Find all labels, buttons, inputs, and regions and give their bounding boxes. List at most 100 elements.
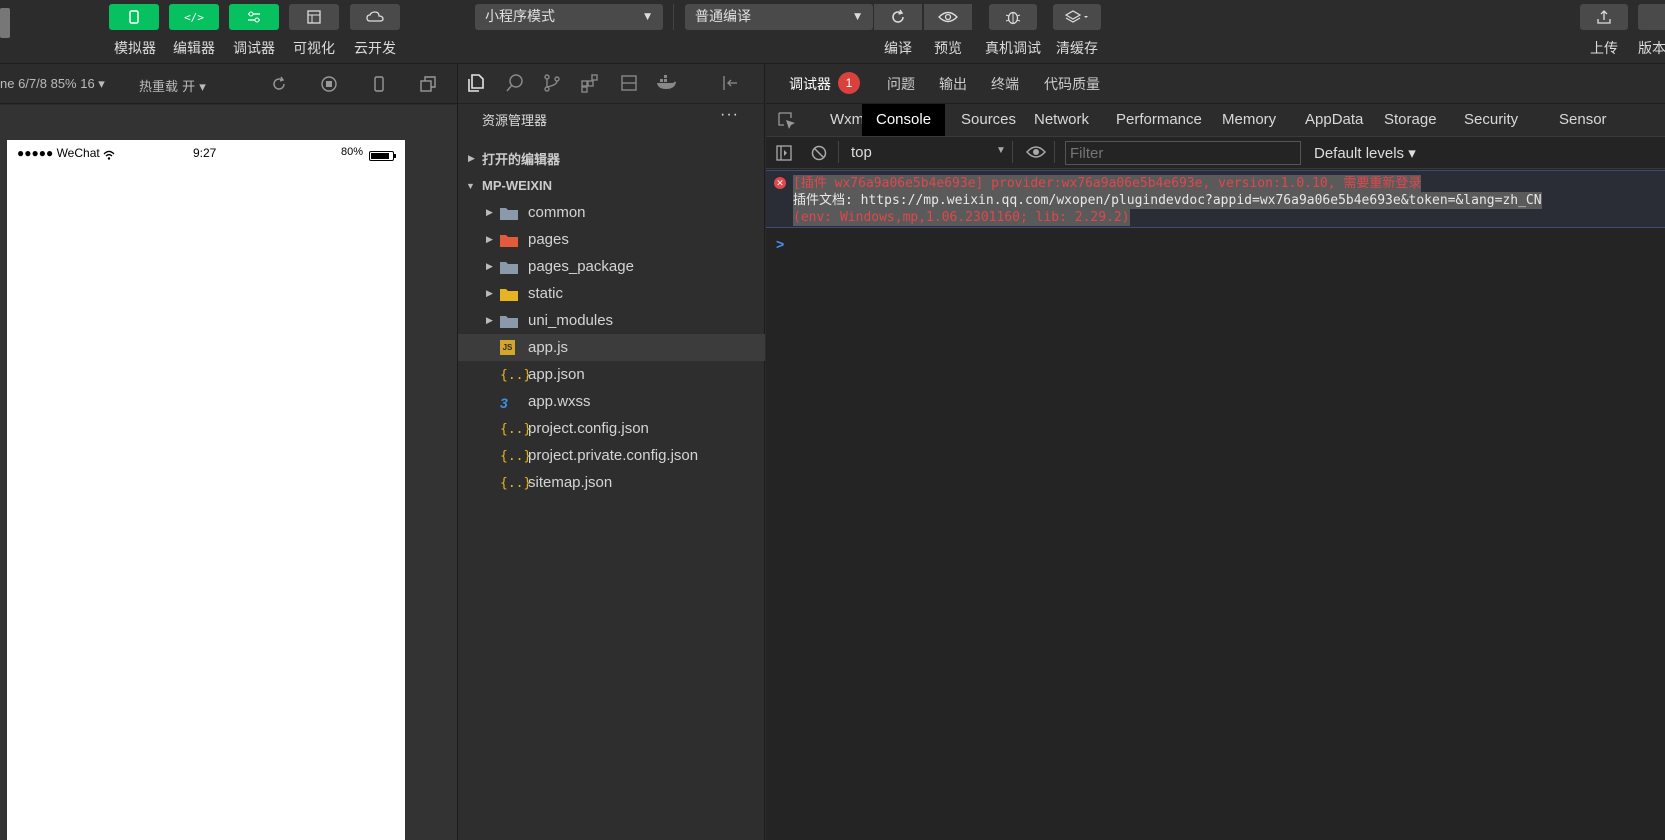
battery-status: 80%: [341, 146, 364, 158]
debugger-label: 调试器: [233, 41, 275, 57]
compile-button[interactable]: [874, 4, 922, 30]
folder-icon: [500, 314, 518, 328]
device-select[interactable]: ne 6/7/8 85% 16 ▾: [0, 76, 105, 92]
visualize-button[interactable]: [289, 4, 339, 30]
search-icon[interactable]: [505, 73, 525, 98]
sidebar-toggle-icon[interactable]: [775, 144, 793, 167]
chevron-right-icon: ▶: [486, 288, 493, 298]
tree-folder[interactable]: ▶ uni_modules: [458, 307, 765, 334]
tab-code-quality[interactable]: 代码质量: [1044, 74, 1100, 94]
tab-sensor[interactable]: Sensor: [1559, 104, 1607, 136]
source-control-icon[interactable]: [542, 73, 562, 98]
carrier-status: ●●●●● WeChat: [17, 146, 100, 160]
tab-memory[interactable]: Memory: [1222, 104, 1276, 136]
remote-debug-button[interactable]: [989, 4, 1037, 30]
save-icon[interactable]: [619, 73, 639, 98]
chevron-right-icon: ▶: [486, 261, 493, 271]
upload-button[interactable]: [1580, 4, 1628, 30]
tab-output[interactable]: 输出: [939, 74, 967, 94]
tree-item-label: project.private.config.json: [528, 447, 699, 464]
clear-cache-button[interactable]: [1053, 4, 1101, 30]
collapse-panel-icon[interactable]: [720, 73, 740, 98]
tree-item-label: static: [528, 285, 564, 302]
tab-sources[interactable]: Sources: [961, 104, 1016, 136]
error-line-2[interactable]: 插件文档: https://mp.weixin.qq.com/wxopen/pl…: [793, 192, 1542, 209]
log-levels-select[interactable]: Default levels ▾: [1314, 144, 1416, 162]
tree-folder[interactable]: ▶ static: [458, 280, 765, 307]
version-button[interactable]: [1638, 4, 1665, 30]
more-icon[interactable]: ···: [720, 106, 739, 124]
remote-debug-label: 真机调试: [985, 41, 1041, 57]
detach-icon[interactable]: [419, 75, 437, 98]
explorer-title: 资源管理器: [482, 114, 548, 129]
tab-terminal[interactable]: 终端: [991, 74, 1019, 94]
tree-file[interactable]: 3 app.wxss: [458, 388, 765, 415]
tab-problems[interactable]: 问题: [887, 74, 915, 94]
tab-console[interactable]: Console: [862, 104, 946, 136]
console-toolbar: top ▼ Default levels ▾: [766, 137, 1665, 169]
layers-icon: [1064, 10, 1088, 23]
tree-item-label: app.json: [528, 366, 585, 383]
tab-appdata[interactable]: AppData: [1305, 104, 1363, 136]
tree-folder[interactable]: ▶ pages: [458, 226, 765, 253]
divider: [1012, 141, 1013, 163]
tree-item-label: pages_package: [528, 258, 634, 275]
console-prompt[interactable]: >: [776, 236, 784, 252]
sliders-icon: [248, 11, 260, 23]
simulator-button[interactable]: [109, 4, 159, 30]
context-select[interactable]: top: [851, 144, 872, 161]
inspect-icon[interactable]: [777, 111, 797, 136]
clear-console-icon[interactable]: [810, 144, 828, 167]
tree-file[interactable]: {..} project.config.json: [458, 415, 765, 442]
chevron-right-icon: ▶: [468, 153, 475, 163]
hot-reload-toggle[interactable]: 热重载 开 ▾: [139, 76, 206, 95]
bug-icon: [1005, 11, 1021, 25]
tab-performance[interactable]: Performance: [1116, 104, 1202, 136]
docker-icon[interactable]: [655, 73, 677, 98]
mode-select[interactable]: 小程序模式 ▼: [475, 4, 663, 30]
tree-file[interactable]: {..} project.private.config.json: [458, 442, 765, 469]
chevron-right-icon: ▶: [486, 315, 493, 325]
tree-item-label: sitemap.json: [528, 474, 613, 491]
tab-security[interactable]: Security: [1464, 104, 1518, 136]
wifi-icon: [103, 147, 115, 165]
rotate-icon[interactable]: [270, 75, 288, 98]
extensions-icon[interactable]: [580, 73, 600, 98]
tree-folder[interactable]: ▶ common: [458, 199, 765, 226]
cloud-button[interactable]: [350, 4, 400, 30]
cloud-label: 云开发: [354, 41, 396, 57]
stop-icon[interactable]: [320, 75, 338, 98]
filter-input[interactable]: [1065, 141, 1301, 165]
avatar[interactable]: [0, 8, 10, 38]
tree-file[interactable]: {..} app.json: [458, 361, 765, 388]
editor-button[interactable]: </>: [169, 4, 219, 30]
preview-button[interactable]: [924, 4, 972, 30]
divider: [838, 141, 839, 163]
tree-file[interactable]: {..} sitemap.json: [458, 469, 765, 496]
tab-network[interactable]: Network: [1034, 104, 1089, 136]
tree-folder[interactable]: ▶ pages_package: [458, 253, 765, 280]
clear-cache-label: 清缓存: [1056, 41, 1098, 57]
refresh-icon: [892, 9, 904, 23]
json-file-icon: {..}: [500, 367, 532, 383]
open-editors-label: 打开的编辑器: [482, 153, 561, 168]
compile-select[interactable]: 普通编译 ▼: [685, 4, 873, 30]
chevron-right-icon: ▶: [486, 207, 493, 217]
project-label: MP-WEIXIN: [482, 178, 553, 193]
open-editors-section[interactable]: ▶ 打开的编辑器: [458, 145, 765, 172]
eye-icon[interactable]: [1026, 145, 1046, 164]
folder-icon: [500, 260, 518, 274]
files-icon[interactable]: [466, 73, 486, 98]
project-section[interactable]: ▼ MP-WEIXIN: [458, 172, 765, 199]
tree-file[interactable]: JS app.js: [458, 334, 765, 361]
chevron-right-icon: ▶: [486, 234, 493, 244]
tab-storage[interactable]: Storage: [1384, 104, 1437, 136]
device-icon[interactable]: [370, 75, 388, 98]
tree-item-label: app.wxss: [528, 393, 591, 410]
upload-icon: [1597, 10, 1611, 24]
tab-debugger[interactable]: 调试器: [789, 74, 831, 94]
debugger-button[interactable]: [229, 4, 279, 30]
devtools-panel: 调试器 1 问题 输出 终端 代码质量 Wxml Console Sources Ne…: [766, 64, 1665, 840]
chevron-down-icon: ▼: [996, 145, 1006, 156]
phone-screen[interactable]: ●●●●● WeChat 9:27 80%: [7, 140, 405, 840]
